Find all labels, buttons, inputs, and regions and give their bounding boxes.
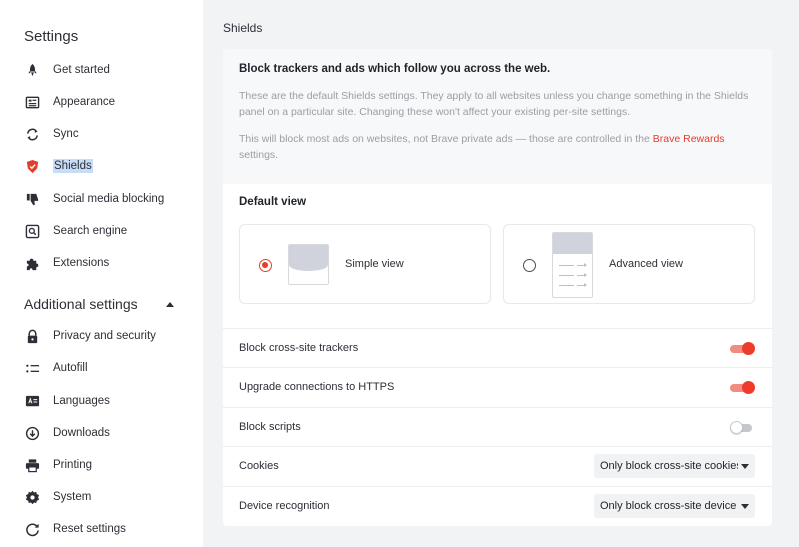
printer-icon bbox=[24, 457, 40, 473]
sidebar-item-languages[interactable]: Languages bbox=[24, 390, 194, 412]
simple-view-option[interactable]: Simple view bbox=[239, 224, 491, 304]
gear-icon bbox=[24, 489, 40, 505]
device-recognition-select-value: Only block cross-site device recognition bbox=[600, 500, 738, 512]
sidebar: Settings Get started Appearance Sync Shi… bbox=[0, 0, 203, 547]
setting-row-cross-site-trackers: Block cross-site trackers bbox=[223, 328, 772, 368]
cookies-select-value: Only block cross-site cookies bbox=[600, 460, 738, 472]
download-icon bbox=[24, 425, 40, 441]
sidebar-item-label: Autofill bbox=[53, 362, 88, 374]
chevron-down-icon bbox=[741, 464, 749, 469]
sidebar-title: Settings bbox=[24, 28, 79, 45]
rocket-icon bbox=[24, 62, 40, 78]
sidebar-item-get-started[interactable]: Get started bbox=[24, 59, 194, 81]
advanced-view-radio[interactable] bbox=[523, 259, 536, 272]
additional-settings-toggle[interactable]: Additional settings bbox=[24, 294, 174, 314]
sidebar-item-label: Extensions bbox=[53, 257, 110, 269]
sidebar-item-label: Printing bbox=[53, 459, 92, 471]
sidebar-item-label: Appearance bbox=[53, 96, 116, 108]
intro-note-text-end: settings. bbox=[239, 149, 279, 161]
setting-label: Block cross-site trackers bbox=[239, 342, 359, 354]
device-recognition-select[interactable]: Only block cross-site device recognition bbox=[594, 494, 755, 518]
simple-view-radio[interactable] bbox=[259, 259, 272, 272]
sidebar-item-label: Get started bbox=[53, 64, 110, 76]
additional-settings-label: Additional settings bbox=[24, 296, 138, 312]
sidebar-item-label: Reset settings bbox=[53, 523, 126, 535]
setting-label: Device recognition bbox=[239, 500, 330, 512]
intro-description: These are the default Shields settings. … bbox=[239, 90, 749, 118]
setting-label: Upgrade connections to HTTPS bbox=[239, 381, 395, 393]
chevron-down-icon bbox=[741, 504, 749, 509]
sidebar-item-autofill[interactable]: Autofill bbox=[24, 357, 194, 379]
appearance-icon bbox=[24, 94, 40, 110]
sidebar-item-sync[interactable]: Sync bbox=[24, 123, 194, 145]
simple-view-label: Simple view bbox=[345, 258, 404, 270]
default-view-title: Default view bbox=[239, 196, 307, 208]
sidebar-item-printing[interactable]: Printing bbox=[24, 454, 194, 476]
intro-note: This will block most ads on websites, no… bbox=[239, 131, 749, 163]
thumbs-down-icon bbox=[24, 191, 40, 207]
cookies-select[interactable]: Only block cross-site cookies bbox=[594, 454, 755, 478]
shield-icon bbox=[24, 158, 40, 174]
sidebar-item-downloads[interactable]: Downloads bbox=[24, 422, 194, 444]
simple-view-illustration bbox=[288, 244, 329, 285]
sidebar-item-label: Downloads bbox=[53, 427, 110, 439]
advanced-view-illustration bbox=[552, 232, 593, 298]
sidebar-item-reset[interactable]: Reset settings bbox=[24, 518, 194, 540]
setting-label: Block scripts bbox=[239, 421, 301, 433]
sidebar-item-social-media-blocking[interactable]: Social media blocking bbox=[24, 188, 194, 210]
intro-heading: Block trackers and ads which follow you … bbox=[239, 63, 551, 75]
sidebar-item-label: Shields bbox=[53, 159, 93, 173]
reset-icon bbox=[24, 521, 40, 537]
sidebar-item-label: Sync bbox=[53, 128, 79, 140]
block-scripts-toggle[interactable] bbox=[730, 421, 755, 435]
page-title: Shields bbox=[223, 21, 263, 35]
sidebar-item-label: Languages bbox=[53, 395, 110, 407]
sync-icon bbox=[24, 126, 40, 142]
cross-site-trackers-toggle[interactable] bbox=[730, 342, 755, 356]
setting-row-https: Upgrade connections to HTTPS bbox=[223, 367, 772, 407]
sidebar-item-shields[interactable]: Shields bbox=[24, 155, 194, 177]
search-icon bbox=[24, 223, 40, 239]
setting-label: Cookies bbox=[239, 460, 279, 472]
intro-section: Block trackers and ads which follow you … bbox=[223, 49, 772, 184]
intro-note-text: This will block most ads on websites, no… bbox=[239, 133, 653, 145]
sidebar-item-label: Search engine bbox=[53, 225, 128, 237]
sidebar-item-label: Social media blocking bbox=[53, 193, 165, 205]
chevron-up-icon bbox=[166, 301, 174, 307]
lock-icon bbox=[24, 328, 40, 344]
puzzle-icon bbox=[24, 255, 40, 271]
sidebar-item-system[interactable]: System bbox=[24, 486, 194, 508]
brave-rewards-link[interactable]: Brave Rewards bbox=[653, 133, 725, 145]
setting-row-scripts: Block scripts bbox=[223, 407, 772, 447]
language-icon bbox=[24, 393, 40, 409]
sidebar-item-extensions[interactable]: Extensions bbox=[24, 252, 194, 274]
setting-row-device-recognition: Device recognition Only block cross-site… bbox=[223, 486, 772, 526]
sidebar-item-appearance[interactable]: Appearance bbox=[24, 91, 194, 113]
advanced-view-label: Advanced view bbox=[609, 258, 683, 270]
advanced-view-option[interactable]: Advanced view bbox=[503, 224, 755, 304]
sidebar-item-label: Privacy and security bbox=[53, 330, 156, 342]
https-upgrade-toggle[interactable] bbox=[730, 381, 755, 395]
shields-settings-card: Block trackers and ads which follow you … bbox=[223, 49, 772, 526]
sidebar-item-search-engine[interactable]: Search engine bbox=[24, 220, 194, 242]
setting-row-cookies: Cookies Only block cross-site cookies bbox=[223, 446, 772, 486]
sidebar-item-label: System bbox=[53, 491, 92, 503]
sidebar-item-privacy[interactable]: Privacy and security bbox=[24, 325, 194, 347]
list-icon bbox=[24, 360, 40, 376]
